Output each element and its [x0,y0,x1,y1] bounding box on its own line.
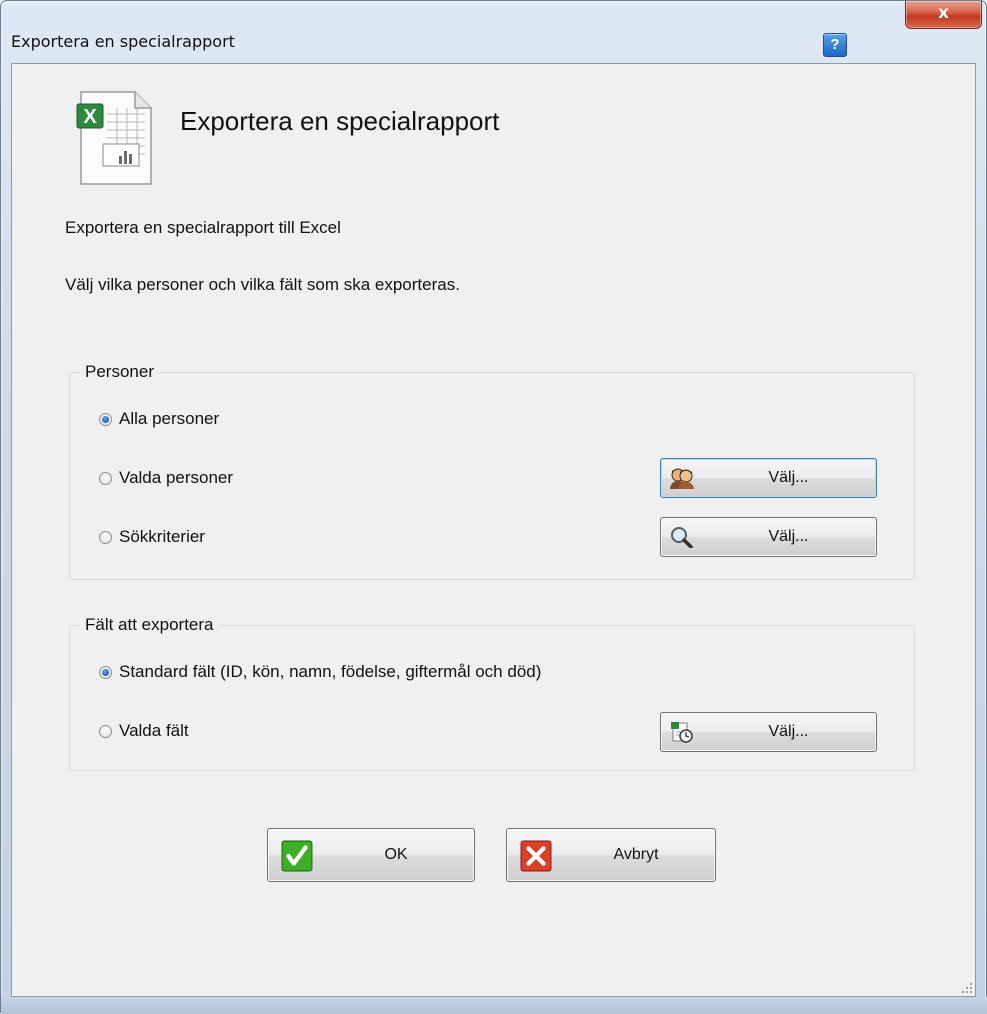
radio-label[interactable]: Standard fält (ID, kön, namn, födelse, g… [119,662,541,682]
field-list-icon [671,722,693,743]
radio-button[interactable] [99,724,112,738]
button-label: Välj... [768,469,809,486]
radio-selected-persons[interactable]: Valda personer [99,468,233,488]
title-bar[interactable]: Exportera en specialrapport ? x [1,1,986,63]
help-button[interactable]: ? [823,33,847,57]
radio-all-persons[interactable]: Alla personer [99,409,219,429]
checkmark-icon [281,840,313,872]
radio-button[interactable] [99,471,112,485]
button-label: Välj... [768,528,809,545]
resize-grip-icon[interactable] [961,982,973,994]
cancel-button[interactable]: Avbryt [506,828,716,882]
cross-icon [520,840,552,872]
svg-text:X: X [83,106,97,128]
radio-button[interactable] [99,412,112,426]
radio-label[interactable]: Valda fält [119,721,189,741]
description-line: Exportera en specialrapport till Excel [65,218,341,237]
persons-group-title: Personer [80,362,159,382]
ok-button[interactable]: OK [267,828,475,882]
radio-button[interactable] [99,530,112,544]
radio-search-criteria[interactable]: Sökkriterier [99,527,205,547]
instruction-line: Välj vilka personer och vilka fält som s… [65,275,460,294]
dialog-heading: Exportera en specialrapport [180,106,500,136]
button-label: Välj... [768,723,809,740]
radio-standard-fields[interactable]: Standard fält (ID, kön, namn, födelse, g… [99,662,541,682]
excel-document-icon: X [76,91,152,185]
select-persons-button[interactable]: Välj... [660,458,877,498]
radio-selected-fields[interactable]: Valda fält [99,721,189,741]
radio-button[interactable] [99,665,112,679]
window-bottom-frame [1,997,987,1014]
fields-group: Fält att exportera Standard fält (ID, kö… [69,615,915,771]
select-fields-button[interactable]: Välj... [660,712,877,752]
radio-label[interactable]: Sökkriterier [119,527,205,547]
magnifier-icon [671,527,693,548]
close-button[interactable]: x [905,1,982,29]
persons-group: Personer Alla personer Valda personer Sö… [69,362,915,580]
cancel-label: Avbryt [613,846,659,863]
dialog-window: Exportera en specialrapport ? x X Export… [0,0,987,1014]
fields-group-title: Fält att exportera [80,615,219,635]
radio-label[interactable]: Valda personer [119,468,233,488]
window-title: Exportera en specialrapport [11,32,235,51]
people-icon [670,468,694,489]
ok-label: OK [384,846,408,863]
dialog-content: X Exportera en specialrapport Exportera … [11,63,976,997]
search-criteria-button[interactable]: Välj... [660,517,877,557]
radio-label[interactable]: Alla personer [119,409,219,429]
